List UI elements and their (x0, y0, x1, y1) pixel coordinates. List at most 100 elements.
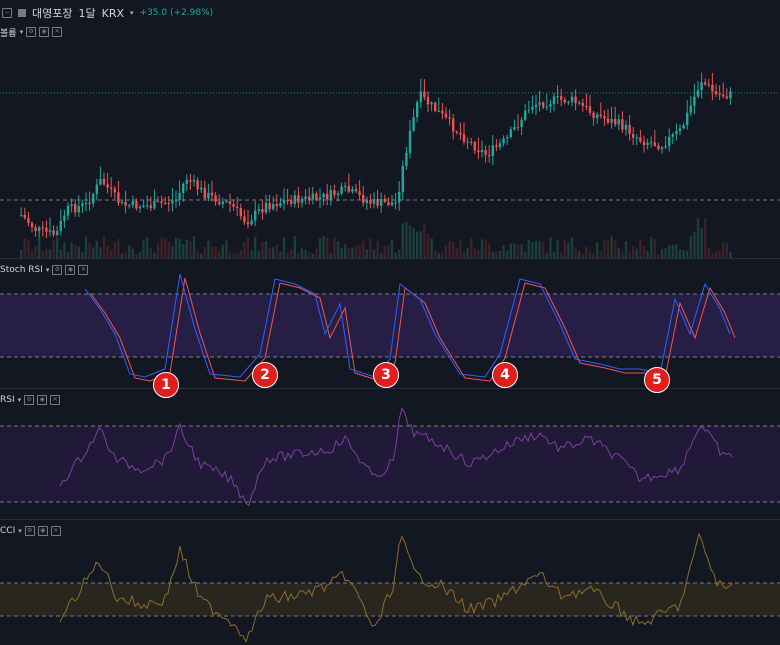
volume-bar (477, 250, 480, 258)
candle-body (52, 230, 55, 235)
annotation-marker-3[interactable]: 3 (373, 362, 399, 388)
candle-body (113, 188, 116, 193)
candle-body (178, 192, 181, 201)
candle-body (513, 126, 516, 130)
rsi-pane[interactable]: RSI ▾ ⚙ ◉ ✕ (0, 389, 780, 519)
candle-body (225, 201, 228, 203)
candle-body (182, 184, 185, 193)
candle-body (142, 205, 145, 207)
volume-bar (164, 237, 167, 258)
volume-bar (390, 239, 394, 258)
candle-body (38, 227, 41, 232)
settings-icon[interactable]: ⚙ (52, 265, 63, 275)
volume-bar (452, 242, 455, 258)
close-icon[interactable]: ✕ (50, 526, 61, 536)
volume-bar (95, 240, 98, 258)
candle-body (210, 192, 214, 196)
settings-icon[interactable]: ⚙ (24, 526, 35, 536)
cci-label[interactable]: CCI (0, 526, 15, 536)
price-pane[interactable]: 볼륨 ▾ ⚙ ◉ ✕ (0, 0, 780, 258)
candle-body (621, 119, 624, 130)
rsi-label[interactable]: RSI (0, 395, 15, 405)
volume-bar (239, 249, 242, 258)
volume-bar (156, 243, 160, 258)
candle-body (711, 84, 714, 92)
settings-icon[interactable]: ⚙ (24, 395, 35, 405)
candle-body (588, 106, 592, 113)
volume-bar (527, 239, 530, 258)
candle-body (387, 201, 390, 206)
rsi-chart[interactable] (0, 389, 780, 519)
volume-bar (300, 248, 304, 258)
volume-bar (254, 236, 257, 258)
volume-bar (275, 244, 278, 258)
chevron-down-icon[interactable]: ▾ (18, 527, 22, 535)
candle-body (153, 201, 156, 209)
volume-bar (704, 218, 707, 258)
candle-body (448, 117, 451, 119)
close-icon[interactable]: ✕ (78, 265, 89, 275)
cci-pane[interactable]: CCI ▾ ⚙ ◉ ✕ (0, 520, 780, 645)
candle-body (524, 110, 527, 120)
volume-bar (182, 244, 185, 258)
chevron-down-icon[interactable]: ▾ (46, 266, 50, 274)
candle-body (282, 200, 286, 204)
visibility-icon[interactable]: ◉ (37, 395, 48, 405)
annotation-marker-5[interactable]: 5 (644, 367, 670, 393)
candle-body (149, 205, 152, 209)
candle-body (293, 195, 296, 204)
close-icon[interactable]: ✕ (50, 395, 61, 405)
candle-body (322, 193, 325, 198)
volume-bar (322, 236, 325, 258)
candle-body (419, 91, 422, 103)
price-chart[interactable] (0, 0, 780, 258)
volume-bar (106, 245, 109, 258)
volume-bar (455, 248, 458, 258)
volume-bar (642, 246, 646, 258)
volume-bar (192, 236, 196, 258)
candle-body (498, 143, 502, 148)
candle-body (718, 93, 721, 95)
visibility-icon[interactable]: ◉ (37, 526, 48, 536)
volume-bar (221, 244, 224, 258)
candle-body (84, 202, 88, 204)
candle-body (174, 200, 178, 202)
volume-bar (264, 241, 268, 258)
candle-body (340, 186, 343, 194)
candle-body (362, 195, 365, 203)
volume-bar (225, 240, 228, 258)
visibility-icon[interactable]: ◉ (65, 265, 76, 275)
candle-body (146, 205, 149, 207)
candle-body (545, 106, 548, 108)
candle-body (286, 200, 289, 202)
candle-body (444, 113, 448, 118)
volume-bar (362, 240, 365, 258)
candle-body (506, 136, 509, 139)
volume-bar (344, 244, 347, 258)
candle-body (203, 187, 206, 199)
annotation-marker-2[interactable]: 2 (252, 362, 278, 388)
rsi-band (0, 426, 780, 502)
volume-bar (131, 248, 134, 258)
candle-body (617, 119, 620, 125)
candle-body (257, 209, 260, 211)
candle-body (599, 114, 602, 117)
candle-body (628, 125, 631, 135)
annotation-marker-4[interactable]: 4 (492, 362, 518, 388)
stoch-rsi-label[interactable]: Stoch RSI (0, 265, 43, 275)
candle-body (128, 205, 131, 207)
cci-legend: CCI ▾ ⚙ ◉ ✕ (0, 525, 61, 537)
candle-body (635, 137, 638, 139)
volume-bar (124, 251, 127, 258)
candle-body (232, 204, 235, 207)
candle-body (650, 142, 653, 144)
volume-bar (513, 243, 516, 258)
volume-bar (617, 247, 620, 258)
cci-chart[interactable] (0, 520, 780, 645)
volume-bar (376, 240, 379, 258)
candle-body (488, 155, 491, 157)
chevron-down-icon[interactable]: ▾ (18, 396, 22, 404)
candle-body (365, 200, 368, 203)
annotation-marker-1[interactable]: 1 (153, 372, 179, 398)
candle-body (344, 185, 347, 187)
